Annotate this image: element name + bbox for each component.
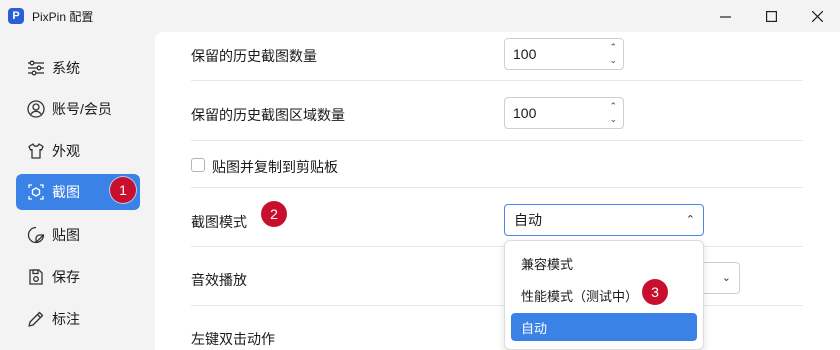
sidebar-item-annotate[interactable]: 标注 [16, 301, 140, 337]
divider [191, 140, 803, 141]
option-compat-mode[interactable]: 兼容模式 [511, 249, 697, 277]
sliders-icon [26, 58, 46, 78]
pen-icon [26, 309, 46, 329]
history-count-input[interactable]: 100 ⌃ ⌄ [504, 38, 624, 70]
app-logo-icon: P [8, 8, 24, 24]
left-double-click-label: 左键双击动作 [191, 331, 275, 347]
sidebar-item-label: 截图 [52, 184, 80, 200]
capture-mode-select[interactable]: 自动 ⌃ [504, 204, 704, 236]
sidebar-item-pin[interactable]: 贴图 [16, 217, 140, 253]
option-auto[interactable]: 自动 [511, 313, 697, 341]
sticker-icon [26, 225, 46, 245]
copy-on-pin-checkbox[interactable] [191, 158, 205, 172]
history-count-label: 保留的历史截图数量 [191, 48, 317, 64]
copy-on-pin-label: 贴图并复制到剪贴板 [212, 159, 338, 175]
sidebar-item-label: 外观 [52, 143, 80, 159]
settings-panel: 保留的历史截图数量 100 ⌃ ⌄ 保留的历史截图区域数量 100 ⌃ ⌄ 贴图… [155, 32, 840, 350]
chevron-up-icon[interactable]: ⌃ [609, 41, 617, 54]
step-badge-3: 3 [642, 279, 668, 305]
capture-mode-label: 截图模式 [191, 214, 247, 230]
sidebar-item-label: 保存 [52, 269, 80, 285]
option-performance-mode[interactable]: 性能模式（测试中） [511, 281, 697, 309]
step-badge-2: 2 [261, 201, 287, 227]
capture-mode-value: 自动 [514, 212, 542, 228]
save-icon [26, 267, 46, 287]
chevron-up-icon: ⌃ [685, 214, 695, 226]
sound-label: 音效播放 [191, 272, 247, 288]
window-title: PixPin 配置 [32, 10, 94, 24]
sidebar-item-label: 账号/会员 [52, 101, 112, 117]
minimize-icon [719, 15, 731, 18]
sidebar-item-label: 系统 [52, 60, 80, 76]
history-region-count-input[interactable]: 100 ⌃ ⌄ [504, 97, 624, 129]
capture-mode-dropdown: 兼容模式 性能模式（测试中） 自动 [504, 240, 704, 350]
maximize-button[interactable] [748, 0, 794, 32]
history-region-count-label: 保留的历史截图区域数量 [191, 107, 345, 123]
step-badge-1: 1 [110, 177, 136, 203]
divider [191, 305, 803, 306]
user-icon [26, 99, 46, 119]
history-region-count-value: 100 [513, 105, 537, 121]
chevron-down-icon: ⌄ [721, 272, 731, 284]
sidebar-item-label: 标注 [52, 311, 80, 327]
shirt-icon [26, 141, 46, 161]
screenshot-icon [26, 182, 46, 202]
maximize-icon [765, 10, 777, 22]
divider [191, 187, 803, 188]
chevron-down-icon[interactable]: ⌄ [609, 113, 617, 126]
chevron-down-icon[interactable]: ⌄ [609, 54, 617, 67]
sidebar-item-save[interactable]: 保存 [16, 259, 140, 295]
divider [191, 246, 803, 247]
sidebar-item-appearance[interactable]: 外观 [16, 133, 140, 169]
sidebar-item-label: 贴图 [52, 227, 80, 243]
close-icon [811, 10, 823, 22]
sidebar-item-account[interactable]: 账号/会员 [16, 91, 140, 127]
minimize-button[interactable] [702, 0, 748, 32]
history-count-value: 100 [513, 46, 537, 62]
chevron-up-icon[interactable]: ⌃ [609, 100, 617, 113]
close-button[interactable] [794, 0, 840, 32]
title-bar: P PixPin 配置 [0, 0, 840, 32]
sidebar-item-system[interactable]: 系统 [16, 50, 140, 86]
divider [191, 80, 803, 81]
